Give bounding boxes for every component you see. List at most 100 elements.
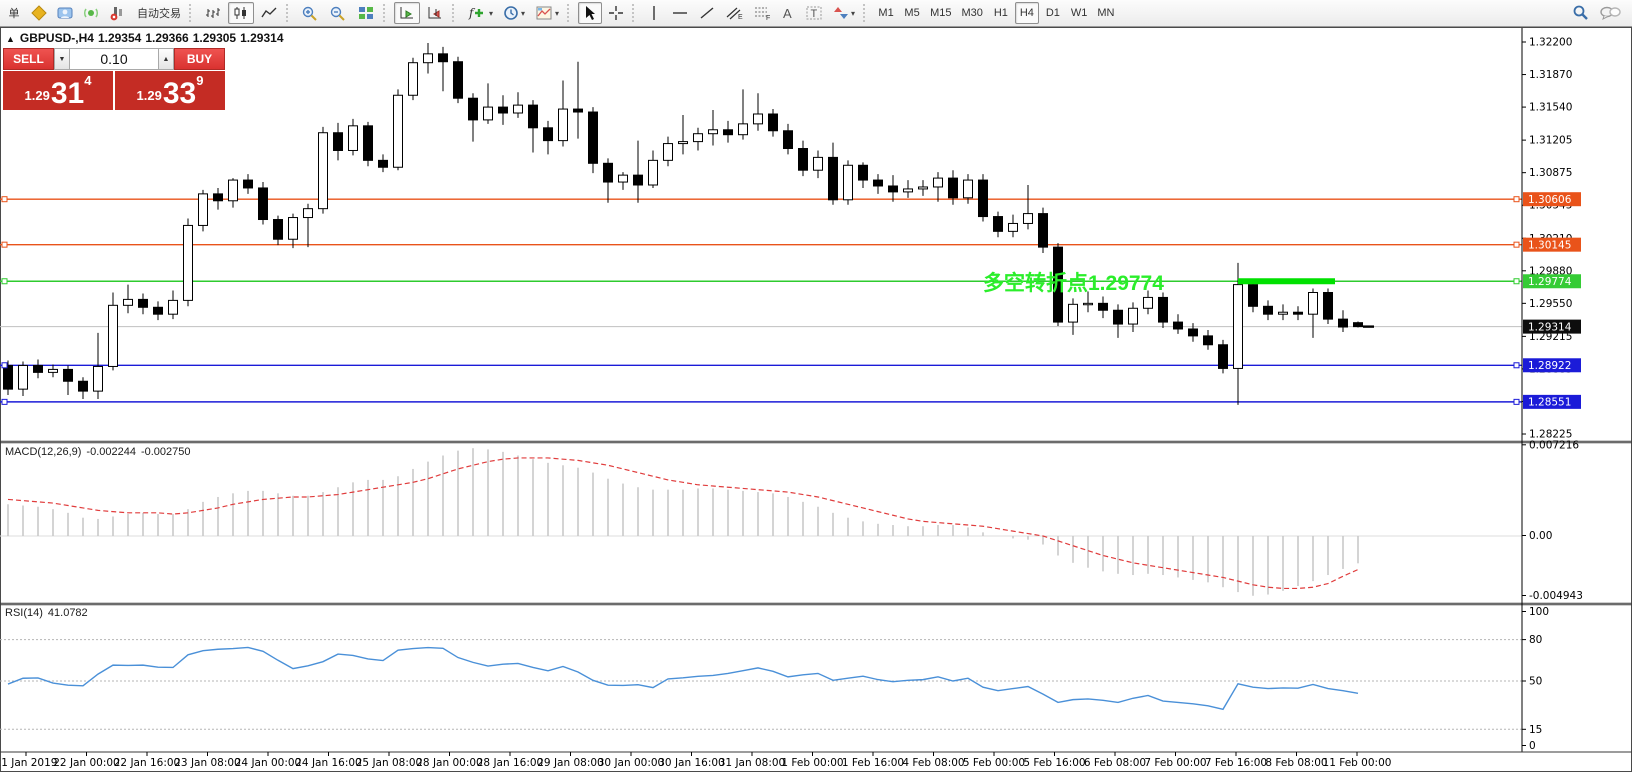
candle-down — [1219, 345, 1228, 369]
templates-icon[interactable]: ▾ — [531, 2, 563, 24]
candle-up — [649, 160, 658, 185]
candle-down — [4, 365, 13, 389]
trendline-icon[interactable] — [695, 2, 719, 24]
vertical-line-icon[interactable] — [643, 2, 665, 24]
bar-chart-icon[interactable] — [200, 2, 226, 24]
candle-down — [1264, 306, 1273, 314]
horizontal-line-icon[interactable] — [667, 2, 693, 24]
chart-shift-icon[interactable] — [422, 2, 448, 24]
macd-tick-label: 0.00 — [1529, 530, 1552, 542]
fibonacci-icon[interactable]: F — [749, 2, 775, 24]
timeframe-h1[interactable]: H1 — [989, 2, 1013, 24]
candle-up — [289, 218, 298, 240]
line-handle[interactable] — [2, 242, 7, 247]
rsi-value: 41.0782 — [48, 607, 88, 619]
volume-input[interactable]: 0.10 — [70, 48, 158, 70]
label-icon[interactable]: T — [801, 2, 827, 24]
main-toolbar: 单 自动交易 f▾ ▾ ▾ — [0, 0, 1632, 27]
line-handle[interactable] — [1514, 197, 1519, 202]
candle-up — [394, 95, 403, 167]
candlestick-chart[interactable]: 多空转折点1.297741.322001.318701.315401.31205… — [0, 0, 1632, 772]
collapse-panel-icon[interactable]: ▲ — [6, 34, 15, 44]
autotrading-icon[interactable] — [105, 2, 131, 24]
time-tick-label: 30 Jan 16:00 — [658, 757, 724, 769]
zoom-out-icon[interactable] — [325, 2, 351, 24]
text-icon[interactable]: A — [777, 2, 799, 24]
hosting-icon[interactable] — [53, 2, 77, 24]
tile-windows-icon[interactable] — [353, 2, 379, 24]
timeframe-d1[interactable]: D1 — [1041, 2, 1065, 24]
candle-up — [1144, 297, 1153, 308]
auto-scroll-icon[interactable] — [394, 2, 420, 24]
line-handle[interactable] — [2, 399, 7, 404]
line-handle[interactable] — [1514, 363, 1519, 368]
timeframe-w1[interactable]: W1 — [1067, 2, 1092, 24]
timeframe-mn[interactable]: MN — [1093, 2, 1118, 24]
candle-down — [784, 131, 793, 149]
candle-down — [769, 114, 778, 131]
candle-down — [1339, 319, 1348, 327]
candle-up — [1009, 223, 1018, 231]
new-order-button[interactable]: 单 — [3, 2, 25, 24]
indicators-icon[interactable]: f▾ — [463, 2, 497, 24]
metaquotes-icon[interactable] — [27, 2, 51, 24]
price-badge-label: 1.28922 — [1528, 360, 1571, 372]
search-icon[interactable] — [1567, 2, 1593, 24]
timeframe-h4[interactable]: H4 — [1015, 2, 1039, 24]
price-badge-label: 1.30145 — [1528, 239, 1571, 251]
candle-up — [934, 178, 943, 187]
channel-icon[interactable]: E — [721, 2, 747, 24]
line-handle[interactable] — [2, 197, 7, 202]
volume-increase-button[interactable]: ▲ — [158, 48, 174, 70]
volume-decrease-button[interactable]: ▼ — [54, 48, 70, 70]
rsi-tick-label: 100 — [1529, 606, 1549, 618]
timeframe-m15[interactable]: M15 — [926, 2, 955, 24]
time-tick-label: 11 Feb 00:00 — [1323, 757, 1392, 769]
time-tick-label: 1 Feb 00:00 — [781, 757, 843, 769]
annotation-text[interactable]: 多空转折点1.29774 — [983, 271, 1164, 295]
sell-price-display[interactable]: 1.29 31 4 — [3, 71, 113, 110]
time-tick-label: 28 Jan 00:00 — [416, 757, 482, 769]
candle-down — [1189, 329, 1198, 336]
signals-icon[interactable] — [79, 2, 103, 24]
arrows-icon[interactable]: ▾ — [829, 2, 859, 24]
crosshair-icon[interactable] — [604, 2, 628, 24]
chat-icon[interactable] — [1595, 2, 1625, 24]
buy-price-big: 33 — [163, 81, 196, 107]
line-handle[interactable] — [2, 363, 7, 368]
line-chart-icon[interactable] — [256, 2, 282, 24]
candlestick-icon[interactable] — [228, 2, 254, 24]
quote-low: 1.29305 — [193, 31, 236, 45]
candle-down — [574, 109, 583, 112]
timeframe-group: M1M5M15M30H1H4D1W1MN — [873, 2, 1119, 24]
timeframe-m5[interactable]: M5 — [900, 2, 924, 24]
candle-down — [79, 381, 88, 391]
buy-button[interactable]: BUY — [174, 48, 225, 70]
timeframe-m1[interactable]: M1 — [874, 2, 898, 24]
time-tick-label: 1 Feb 16:00 — [842, 757, 904, 769]
timeframe-m30[interactable]: M30 — [957, 2, 986, 24]
buy-price-display[interactable]: 1.29 33 9 — [115, 71, 225, 110]
time-tick-label: 5 Feb 00:00 — [963, 757, 1025, 769]
autotrading-label[interactable]: 自动交易 — [133, 2, 185, 24]
periods-icon[interactable]: ▾ — [499, 2, 529, 24]
time-tick-label: 8 Feb 08:00 — [1265, 757, 1327, 769]
line-handle[interactable] — [1514, 279, 1519, 284]
time-tick-label: 30 Jan 00:00 — [598, 757, 664, 769]
line-handle[interactable] — [1514, 399, 1519, 404]
candle-down — [799, 149, 808, 171]
sell-button[interactable]: SELL — [3, 48, 54, 70]
line-handle[interactable] — [1514, 242, 1519, 247]
candle-up — [709, 130, 718, 134]
candle-down — [499, 107, 508, 113]
candle-down — [994, 217, 1003, 232]
candle-up — [559, 109, 568, 141]
candle-up — [619, 175, 628, 182]
candle-up — [919, 187, 928, 189]
cursor-icon[interactable] — [578, 2, 602, 24]
zoom-in-icon[interactable] — [297, 2, 323, 24]
line-handle[interactable] — [2, 279, 7, 284]
candle-down — [1294, 312, 1303, 314]
toolbar-gripper — [632, 4, 638, 22]
candle-down — [34, 365, 43, 372]
